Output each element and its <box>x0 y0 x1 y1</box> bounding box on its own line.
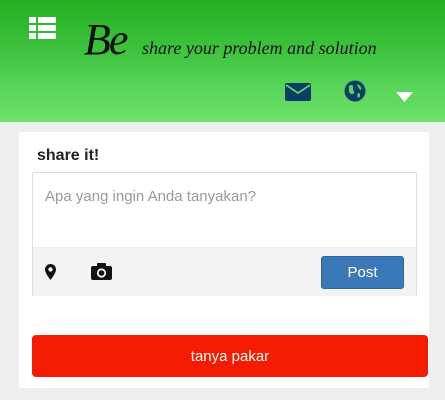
mail-icon[interactable] <box>285 83 311 101</box>
app-header: Be share your problem and solution <box>0 0 445 122</box>
ask-expert-button[interactable]: tanya pakar <box>32 335 428 377</box>
brand-letter: Be <box>84 15 128 64</box>
share-card: share it! Post tanya pakar <box>19 132 429 388</box>
post-composer: Post <box>32 172 417 296</box>
caret-down-icon[interactable] <box>396 92 413 102</box>
post-toolbar: Post <box>33 247 416 296</box>
map-pin-icon[interactable] <box>45 264 56 280</box>
menu-icon[interactable] <box>29 17 56 39</box>
brand-tagline: share your problem and solution <box>142 38 377 58</box>
post-button[interactable]: Post <box>321 256 404 289</box>
globe-icon[interactable] <box>344 80 366 102</box>
brand-logo[interactable]: Be share your problem and solution <box>84 15 377 68</box>
question-input[interactable] <box>33 173 416 247</box>
camera-icon[interactable] <box>91 263 112 280</box>
card-title: share it! <box>37 147 100 164</box>
